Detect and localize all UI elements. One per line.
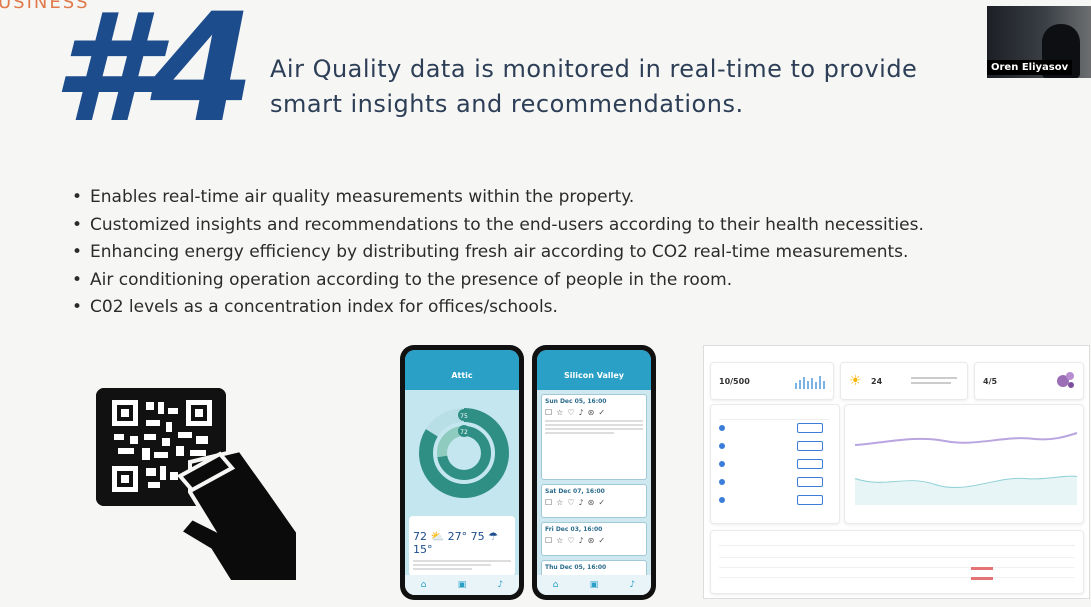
phone-screen: Attic 75 72 72 ⛅ 27° 75 ☂ 15° ⌂ ▣ ♪: [405, 350, 519, 595]
slide-headline: Air Quality data is monitored in real-ti…: [270, 55, 918, 118]
tab-bar: ⌂ ▣ ♪: [405, 575, 519, 595]
ring-value-inner: 72: [460, 429, 468, 436]
history-text: [545, 420, 643, 434]
activity-icons: ☐☆♡♪⊛✓: [545, 408, 610, 417]
rooms-list-card: [710, 404, 840, 524]
tab-bar: ⌂ ▣ ♪: [537, 575, 651, 595]
history-date: Sat Dec 07, 16:00: [545, 488, 605, 495]
bubbles-icon: [1057, 372, 1074, 388]
phone-header: Silicon Valley: [537, 350, 651, 390]
presentation-slide: USINESS #4 Air Quality data is monitored…: [0, 0, 1091, 607]
weather-card: 72 ⛅ 27° 75 ☂ 15°: [409, 516, 515, 576]
hand-icon: [120, 432, 300, 586]
phone-attic-screen: Attic 75 72 72 ⛅ 27° 75 ☂ 15° ⌂ ▣ ♪: [400, 345, 524, 600]
phone-silicon-valley-screen: Silicon Valley Sun Dec 05, 16:00 ☐☆♡♪⊛✓ …: [532, 345, 656, 600]
slide-number-heading: #4: [52, 0, 255, 156]
dashboard-icon[interactable]: ▣: [590, 580, 599, 590]
bell-icon[interactable]: ♪: [498, 580, 504, 590]
history-card[interactable]: Fri Dec 03, 16:00 ☐☆♡♪⊛✓: [541, 522, 647, 556]
ring-value-outer: 75: [460, 413, 468, 420]
bell-icon[interactable]: ♪: [630, 580, 636, 590]
events-table-card: [710, 530, 1084, 594]
history-date: Sun Dec 05, 16:00: [545, 398, 607, 405]
weather-note: [413, 560, 511, 570]
bullet-item: Customized insights and recommendations …: [72, 212, 924, 240]
air-quality-card: 10/500: [710, 362, 834, 400]
activity-icons: ☐☆♡♪⊛✓: [545, 536, 610, 545]
bullet-item: C02 levels as a concentration index for …: [72, 294, 924, 322]
bullet-item: Enables real-time air quality measuremen…: [72, 184, 924, 212]
history-card[interactable]: Sat Dec 07, 16:00 ☐☆♡♪⊛✓: [541, 484, 647, 518]
phone-header: Attic: [405, 350, 519, 390]
history-card[interactable]: Sun Dec 05, 16:00 ☐☆♡♪⊛✓: [541, 394, 647, 480]
air-quality-value: 10/500: [719, 377, 750, 386]
video-participant-thumbnail[interactable]: Oren Eliyasov: [987, 6, 1091, 78]
air-quality-ring: 75 72: [419, 408, 509, 498]
bullet-list: Enables real-time air quality measuremen…: [72, 184, 924, 322]
history-date: Fri Dec 03, 16:00: [545, 526, 603, 533]
web-dashboard-screenshot: 10/500 ☀ 24 4/5: [703, 345, 1090, 599]
weather-temps: 72 ⛅ 27° 75 ☂ 15°: [413, 530, 499, 556]
phone-screen: Silicon Valley Sun Dec 05, 16:00 ☐☆♡♪⊛✓ …: [537, 350, 651, 595]
trend-chart-card: [844, 404, 1084, 524]
weather-card: ☀ 24: [840, 362, 968, 400]
weather-value: 24: [871, 377, 883, 386]
bullet-item: Air conditioning operation according to …: [72, 267, 924, 295]
dashboard-icon[interactable]: ▣: [458, 580, 467, 590]
mini-bar-icon: [795, 376, 825, 389]
sun-icon: ☀: [849, 373, 862, 389]
phone-title: Attic: [451, 371, 473, 380]
home-icon[interactable]: ⌂: [421, 580, 427, 590]
trend-line-chart: [854, 432, 1078, 505]
history-date: Thu Dec 05, 16:00: [545, 564, 607, 571]
status-value: 4/5: [983, 377, 998, 386]
home-icon[interactable]: ⌂: [553, 580, 559, 590]
status-card: 4/5: [974, 362, 1084, 400]
participant-name: Oren Eliyasov: [987, 60, 1073, 75]
phone-title: Silicon Valley: [564, 371, 624, 380]
bullet-item: Enhancing energy efficiency by distribut…: [72, 239, 924, 267]
activity-icons: ☐☆♡♪⊛✓: [545, 498, 610, 507]
